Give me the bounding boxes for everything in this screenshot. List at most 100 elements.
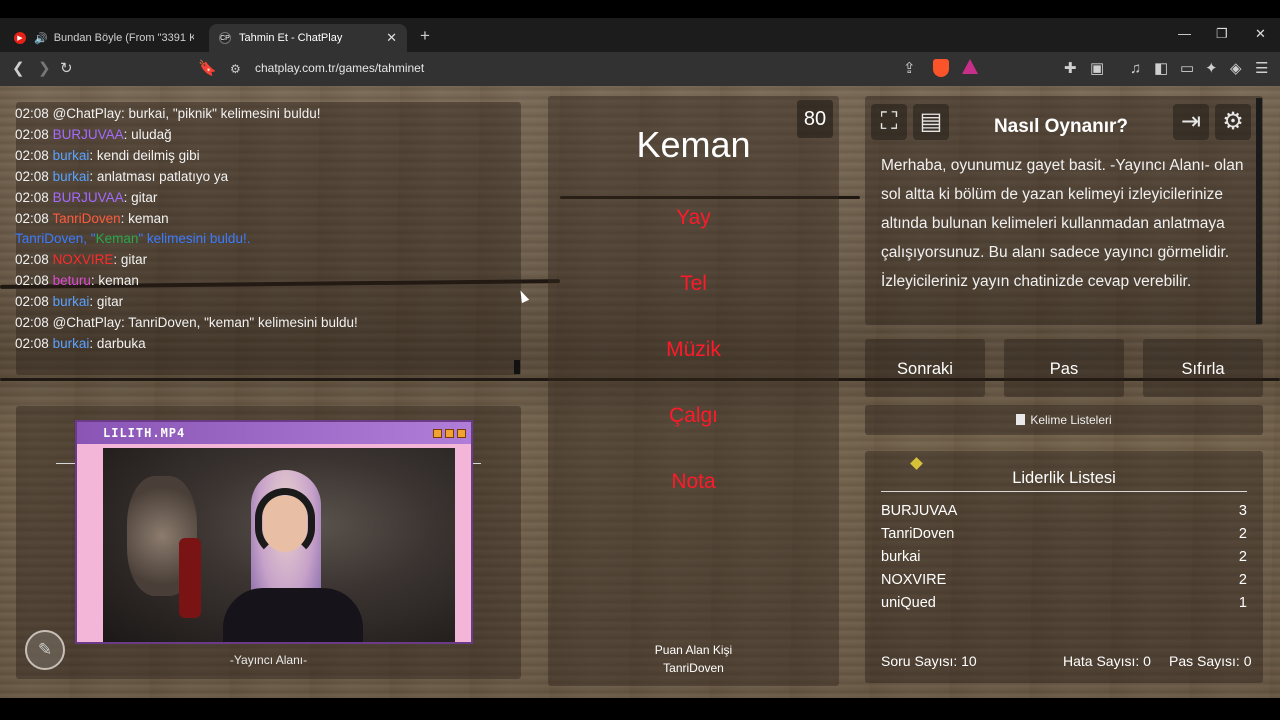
chat-time: 02:08: [15, 189, 49, 205]
chat-message: 02:08 @ChatPlay: burkai, "piknik" kelime…: [15, 106, 320, 121]
target-word: Keman: [636, 124, 751, 165]
new-tab-button[interactable]: +: [420, 26, 430, 46]
chat-username[interactable]: burkai: [53, 336, 90, 351]
share-icon[interactable]: ⇪: [903, 60, 916, 78]
chat-username[interactable]: NOXVIRE: [53, 252, 114, 267]
next-button[interactable]: Sonraki: [865, 339, 985, 397]
info-scrollbar[interactable]: [1256, 98, 1262, 324]
chat-username[interactable]: burkai: [53, 148, 90, 163]
player-name: uniQued: [881, 595, 936, 611]
chat-username[interactable]: burkai: [53, 294, 90, 309]
chat-username[interactable]: burkai: [53, 169, 90, 184]
system-message-text: " kelimesini buldu!.: [138, 231, 251, 247]
minimize-icon[interactable]: —: [1178, 26, 1191, 41]
chat-message: 02:08 NOXVIRE: gitar: [15, 252, 147, 267]
chat-username[interactable]: TanriDoven: [52, 211, 120, 226]
banned-word: Müzik: [666, 338, 721, 361]
banned-word: Çalgı: [668, 404, 719, 427]
divider: [881, 491, 1247, 492]
chat-username[interactable]: beturu: [53, 273, 91, 288]
chat-username[interactable]: @ChatPlay: [53, 315, 121, 330]
fullscreen-icon[interactable]: ⛶: [871, 104, 907, 140]
tab-music[interactable]: ▶ 🔊 Bundan Böyle (From "3391 Kilom: [4, 24, 204, 52]
bookmark-icon[interactable]: 🔖: [198, 60, 217, 78]
chat-text: : keman: [90, 273, 139, 289]
chat-text: : gitar: [113, 252, 148, 268]
banned-word: Yay: [676, 206, 711, 229]
wallet-card-icon[interactable]: ▭: [1180, 60, 1194, 78]
logout-icon[interactable]: ⇥: [1173, 104, 1209, 140]
player-name: NOXVIRE: [881, 572, 947, 588]
chat-time: 02:08: [15, 126, 49, 142]
speaker-icon[interactable]: 🔊: [34, 32, 48, 45]
chat-message: 02:08 TanriDoven: keman: [15, 211, 169, 226]
word-card: [548, 96, 839, 686]
restore-icon[interactable]: ❐: [1216, 26, 1228, 42]
chat-time: 02:08: [15, 106, 49, 121]
menu-icon[interactable]: ☰: [1255, 60, 1268, 78]
reset-button[interactable]: Sıfırla: [1143, 339, 1263, 397]
music-icon[interactable]: ♫: [1130, 60, 1141, 78]
chat-message: 02:08 beturu: keman: [15, 273, 139, 288]
background-decoration: [179, 538, 201, 618]
chat-text: : uludağ: [123, 126, 172, 142]
chat-text: : keman: [120, 210, 169, 226]
taskbar-strip: [0, 698, 1280, 720]
back-icon[interactable]: ❮: [12, 60, 25, 78]
gear-icon[interactable]: ⚙: [1215, 104, 1251, 140]
scorer-label: Puan Alan Kişi: [654, 643, 733, 657]
chat-message: 02:08 @ChatPlay: TanriDoven, "keman" kel…: [15, 315, 358, 330]
chat-time: 02:08: [15, 210, 49, 226]
browser-toolbar: ❮ ❯ ↻ 🔖 ⚙ chatplay.com.tr/games/tahminet…: [0, 52, 1280, 121]
chat-username[interactable]: @ChatPlay: [53, 106, 121, 121]
player-name: burkai: [881, 549, 921, 565]
brave-rewards-icon[interactable]: [962, 59, 978, 74]
document-icon[interactable]: ▤: [913, 104, 949, 140]
leaderboard-title: Liderlik Listesi: [1012, 469, 1116, 487]
sidebar-icon[interactable]: ◧: [1154, 60, 1168, 78]
chatplay-favicon: CP: [219, 32, 231, 44]
reload-icon[interactable]: ↻: [60, 60, 73, 78]
address-bar[interactable]: chatplay.com.tr/games/tahminet: [255, 61, 424, 75]
browser-tab-bar: ▶ 🔊 Bundan Böyle (From "3391 Kilom CP Ta…: [0, 18, 1280, 52]
chat-time: 02:08: [15, 315, 49, 330]
tab-title: Bundan Böyle (From "3391 Kilom: [53, 32, 194, 44]
chat-message: 02:08 burkai: darbuka: [15, 336, 146, 351]
webcam-window: LILITH.MP4: [75, 420, 473, 644]
vpn-icon[interactable]: ◈: [1230, 60, 1242, 78]
player-score: 2: [1238, 526, 1247, 542]
chat-message: 02:08 burkai: kendi deilmiş gibi: [15, 148, 200, 163]
player-score: 3: [1238, 503, 1247, 519]
wallet-icon[interactable]: ▣: [1090, 60, 1104, 78]
chat-scrollbar[interactable]: [514, 360, 520, 374]
close-window-icon[interactable]: ✕: [1255, 26, 1266, 42]
chat-text: : anlatması patlatıyo ya: [89, 168, 229, 184]
chat-time: 02:08: [15, 252, 49, 268]
chat-message: 02:08 burkai: gitar: [15, 294, 123, 309]
site-settings-icon[interactable]: ⚙: [230, 60, 241, 78]
chat-time: 02:08: [15, 335, 49, 351]
leo-ai-icon[interactable]: ✦: [1205, 60, 1218, 78]
pass-button[interactable]: Pas: [1004, 339, 1124, 397]
word-lists-button[interactable]: Kelime Listeleri: [865, 405, 1263, 435]
chat-time: 02:08: [15, 273, 49, 289]
brave-shield-icon[interactable]: [933, 59, 949, 77]
chat-username[interactable]: BURJUVAA: [53, 127, 124, 142]
word-lists-label: Kelime Listeleri: [1030, 413, 1112, 427]
tab-chatplay[interactable]: CP Tahmin Et - ChatPlay ✕: [209, 24, 407, 52]
player-name: BURJUVAA: [881, 503, 958, 519]
webcam-window-titlebar: LILITH.MP4: [77, 422, 471, 444]
scorer-name: TanriDoven: [663, 661, 724, 675]
close-tab-icon[interactable]: ✕: [386, 30, 397, 46]
chat-username[interactable]: BURJUVAA: [53, 190, 124, 205]
tab-title: Tahmin Et - ChatPlay: [239, 32, 343, 44]
chat-message: 02:08 burkai: anlatması patlatıyo ya: [15, 169, 228, 184]
player-score: 1: [1238, 595, 1247, 611]
forward-icon[interactable]: ❯: [38, 60, 51, 78]
youtube-icon: ▶: [14, 32, 26, 44]
list-icon: [1016, 414, 1026, 425]
extensions-icon[interactable]: ✚: [1064, 60, 1077, 78]
system-message-text: TanriDoven, ": [15, 231, 96, 247]
streamer-area-label: -Yayıncı Alanı-: [229, 653, 308, 667]
webcam-video: [103, 448, 455, 642]
